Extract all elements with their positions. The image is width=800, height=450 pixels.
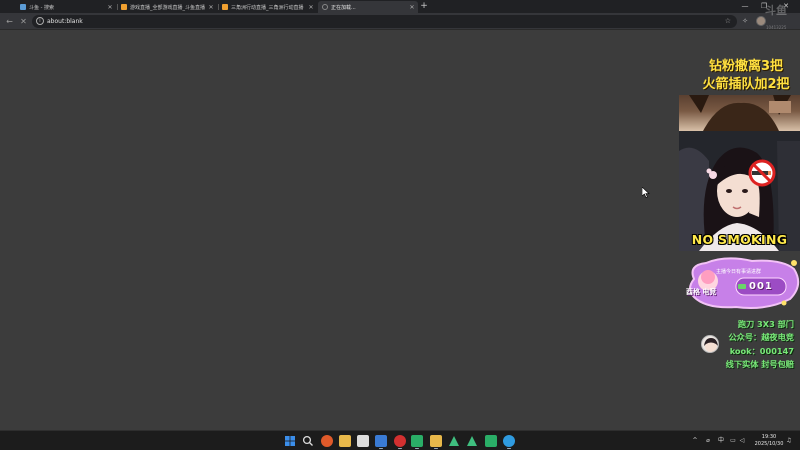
webcam-top bbox=[679, 95, 800, 131]
info-line-3: kook：000147 bbox=[729, 346, 794, 356]
start-icon[interactable] bbox=[284, 435, 296, 447]
running-indicator bbox=[415, 448, 419, 449]
app-icon-7[interactable] bbox=[448, 435, 460, 447]
tab-title: 正在加载... bbox=[331, 4, 356, 11]
clock-date: 2025/10/30 bbox=[754, 441, 784, 447]
browser-toolbar: ← ✕ i about:blank ☆ ✧ bbox=[0, 13, 800, 30]
running-indicator bbox=[434, 448, 438, 449]
tab-title: 三角洲行动直播_三角洲行动直播 bbox=[231, 4, 304, 11]
tab-close-icon[interactable]: ✕ bbox=[207, 4, 215, 11]
search-icon[interactable] bbox=[302, 435, 314, 447]
tab-favicon-icon bbox=[20, 4, 26, 10]
store-icon[interactable] bbox=[357, 435, 369, 447]
running-indicator bbox=[398, 448, 402, 449]
info-line-1: 跑刀 3X3 部门 bbox=[737, 319, 794, 329]
tray-chevron-icon[interactable]: ^ bbox=[690, 431, 700, 450]
tab-delta-force-live[interactable]: 三角洲行动直播_三角洲行动直播 ✕ bbox=[218, 1, 317, 13]
host-avatar-art bbox=[704, 338, 718, 352]
tab-close-icon[interactable]: ✕ bbox=[408, 4, 416, 11]
bookmark-star-icon[interactable]: ☆ bbox=[725, 15, 731, 28]
clock-time: 19:30 bbox=[761, 434, 777, 440]
tab-game-live[interactable]: 游戏直播_全部游戏直播_斗鱼直播 ✕ bbox=[117, 1, 217, 13]
volume-icon[interactable]: ◁ bbox=[738, 431, 746, 450]
tab-close-icon[interactable]: ✕ bbox=[106, 4, 114, 11]
app-icon-5[interactable] bbox=[430, 435, 442, 447]
no-smoking-caption: NO SMOKING bbox=[691, 232, 788, 247]
info-line-2: 公众号：越夜电竞 bbox=[728, 332, 794, 342]
running-indicator bbox=[379, 448, 383, 449]
tab-close-icon[interactable]: ✕ bbox=[307, 4, 315, 11]
app-icon-8[interactable] bbox=[466, 435, 478, 447]
watermark-id: 10413225 bbox=[766, 25, 787, 30]
edge-icon[interactable] bbox=[503, 435, 515, 447]
file-explorer-icon[interactable] bbox=[339, 435, 351, 447]
webcam-top-scene bbox=[689, 95, 791, 131]
browser-tab-bar: 斗鱼 - 搜索 ✕ 游戏直播_全部游戏直播_斗鱼直播 ✕ 三角洲行动直播_三角洲… bbox=[0, 0, 800, 13]
new-tab-button[interactable]: + bbox=[419, 1, 429, 12]
windows-taskbar: ^ ⌀ 中 ▭ ◁ 19:30 2025/10/30 ♫ bbox=[0, 430, 800, 450]
address-url[interactable]: about:blank bbox=[47, 15, 83, 28]
fan-badge: 主播今日有事请进群 酉格 电竞 001 bbox=[686, 257, 800, 309]
badge-background bbox=[689, 257, 800, 309]
screen: 斗鱼 - 搜索 ✕ 游戏直播_全部游戏直播_斗鱼直播 ✕ 三角洲行动直播_三角洲… bbox=[0, 0, 800, 450]
tab-title: 游戏直播_全部游戏直播_斗鱼直播 bbox=[130, 4, 206, 11]
watermark-logo: 斗鱼 bbox=[765, 4, 787, 17]
app-icon-9[interactable] bbox=[485, 435, 497, 447]
back-button[interactable]: ← bbox=[4, 16, 15, 27]
system-clock[interactable]: 19:30 2025/10/30 bbox=[749, 434, 789, 448]
microphone-icon[interactable]: ⌀ bbox=[703, 431, 713, 450]
notification-bell-icon[interactable]: ♫ bbox=[784, 431, 794, 450]
minimize-button[interactable]: — bbox=[736, 0, 754, 13]
badge-name: 酉格 电竞 bbox=[686, 288, 717, 296]
stop-loading-button[interactable]: ✕ bbox=[18, 16, 29, 27]
wechat-icon[interactable] bbox=[411, 435, 423, 447]
banner-line-2: 火箭插队加2把 bbox=[702, 77, 790, 92]
tab-loading-icon bbox=[322, 4, 328, 10]
badge-top-text: 主播今日有事请进群 bbox=[716, 269, 762, 275]
tab-favicon-icon bbox=[222, 4, 228, 10]
app-icon-3[interactable] bbox=[375, 435, 387, 447]
banner-line-1: 钻粉撤离3把 bbox=[708, 59, 784, 74]
info-icon[interactable]: i bbox=[36, 17, 44, 25]
mouse-cursor-icon bbox=[642, 187, 650, 198]
running-indicator bbox=[507, 448, 511, 449]
network-icon[interactable]: ▭ bbox=[729, 431, 737, 450]
tab-title: 斗鱼 - 搜索 bbox=[29, 4, 54, 11]
address-bar[interactable]: i about:blank ☆ bbox=[32, 15, 737, 28]
tab-loading[interactable]: 正在加载... ✕ bbox=[318, 1, 418, 13]
badge-number: 001 bbox=[749, 281, 773, 292]
ime-indicator[interactable]: 中 bbox=[716, 431, 726, 450]
host-avatar bbox=[701, 335, 719, 353]
app-icon-4[interactable] bbox=[394, 435, 406, 447]
tab-douyu-search[interactable]: 斗鱼 - 搜索 ✕ bbox=[16, 1, 116, 13]
tab-favicon-icon bbox=[121, 4, 127, 10]
info-line-4: 线下实体 封号包赔 bbox=[725, 359, 794, 369]
app-icon-1[interactable] bbox=[321, 435, 333, 447]
extensions-icon[interactable]: ✧ bbox=[740, 16, 750, 27]
